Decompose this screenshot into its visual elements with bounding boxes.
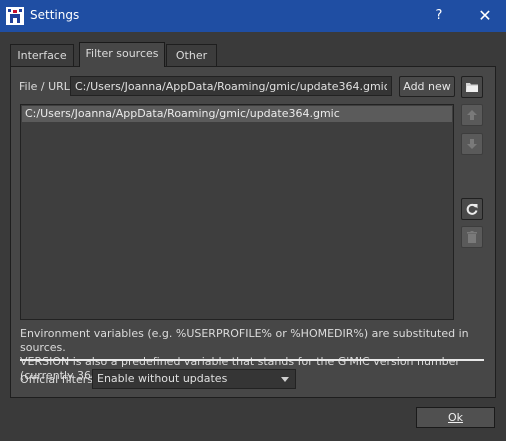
hint-line-1: Environment variables (e.g. %USERPROFILE… [20, 327, 469, 354]
move-down-icon [467, 139, 477, 149]
ok-button[interactable]: Ok [416, 407, 495, 428]
separator [20, 359, 484, 361]
official-filters-label: Official filters: [20, 373, 97, 386]
move-down-button[interactable] [461, 133, 483, 155]
folder-open-icon [466, 83, 478, 92]
reset-button[interactable] [461, 198, 483, 220]
sources-list[interactable]: C:/Users/Joanna/AppData/Roaming/gmic/upd… [20, 104, 454, 320]
title-bar: Settings ? ✕ [0, 0, 506, 32]
delete-button[interactable] [461, 226, 483, 248]
move-up-icon [467, 110, 477, 120]
add-new-button[interactable]: Add new [399, 76, 455, 97]
chevron-down-icon [281, 377, 289, 382]
official-filters-value: Enable without updates [97, 372, 228, 385]
app-icon [6, 7, 24, 25]
close-button[interactable]: ✕ [474, 5, 496, 27]
reset-icon [466, 203, 478, 215]
tab-filter-sources[interactable]: Filter sources [79, 42, 165, 67]
delete-icon [467, 231, 477, 243]
list-item[interactable]: C:/Users/Joanna/AppData/Roaming/gmic/upd… [22, 106, 452, 122]
file-url-input[interactable] [70, 76, 392, 96]
official-filters-select[interactable]: Enable without updates [92, 369, 296, 389]
move-up-button[interactable] [461, 104, 483, 126]
tab-other[interactable]: Other [166, 44, 217, 66]
open-file-button[interactable] [461, 76, 483, 98]
tab-interface[interactable]: Interface [10, 44, 74, 66]
help-button[interactable]: ? [428, 5, 450, 27]
window-title: Settings [30, 8, 80, 22]
file-url-label: File / URL [19, 80, 70, 93]
